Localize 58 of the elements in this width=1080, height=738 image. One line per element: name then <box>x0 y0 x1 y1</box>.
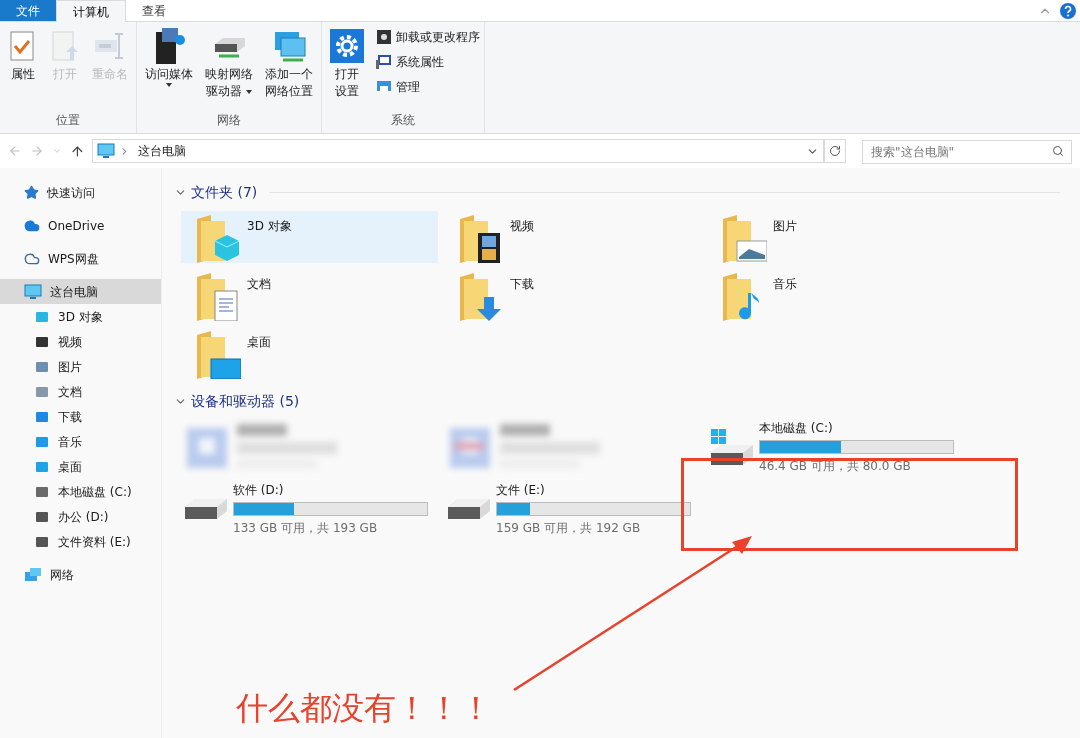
folder-item[interactable]: 3D 对象 <box>181 211 438 263</box>
ribbon-button[interactable]: 映射网络 驱动器 <box>201 26 257 111</box>
sidebar-item[interactable]: 图片 <box>0 354 161 379</box>
sidebar-item[interactable]: 本地磁盘 (C:) <box>0 479 161 504</box>
ribbon-tab[interactable]: 文件 <box>0 0 56 21</box>
sidebar-item[interactable]: WPS网盘 <box>0 246 161 271</box>
folder-item[interactable]: 图片 <box>707 211 964 263</box>
ribbon-button[interactable]: 卸载或更改程序 <box>376 26 480 48</box>
settings-icon <box>330 29 364 63</box>
address-bar[interactable]: 这台电脑 <box>92 139 825 163</box>
group-label: 网络 <box>216 112 242 129</box>
computer-icon <box>376 54 392 70</box>
computer-icon <box>24 283 42 300</box>
folder-item[interactable]: 下载 <box>444 269 701 321</box>
document-icon <box>50 30 80 62</box>
sidebar-item[interactable]: 文件资料 (E:) <box>0 529 161 554</box>
folder-item[interactable]: 音乐 <box>707 269 964 321</box>
sidebar-item[interactable]: 视频 <box>0 329 161 354</box>
refresh-button[interactable] <box>824 139 846 163</box>
sidebar-item[interactable]: 快速访问 <box>0 180 161 205</box>
folder-item[interactable]: 文档 <box>181 269 438 321</box>
ribbon-button[interactable]: 访问媒体 <box>141 26 197 111</box>
group-label: 系统 <box>390 112 416 129</box>
help-icon[interactable] <box>1060 2 1076 19</box>
ribbon-button[interactable]: 打开 设置 <box>326 26 368 111</box>
caret-icon <box>246 89 252 94</box>
group-label: 位置 <box>55 112 81 129</box>
sidebar-item[interactable]: 3D 对象 <box>0 304 161 329</box>
folder-item[interactable]: 视频 <box>444 211 701 263</box>
network-icon <box>24 566 42 583</box>
drive-item[interactable]: 文件 (E:) 159 GB 可用，共 192 GB <box>444 480 701 538</box>
manage-icon <box>376 79 392 95</box>
sidebar-item[interactable]: 桌面 <box>0 454 161 479</box>
sidebar-item[interactable]: 这台电脑 <box>0 279 161 304</box>
caret-icon <box>166 83 172 87</box>
ribbon-button[interactable]: 系统属性 <box>376 51 480 73</box>
sidebar-item[interactable]: 办公 (D:) <box>0 504 161 529</box>
ribbon-tab[interactable]: 计算机 <box>56 0 126 22</box>
search-icon[interactable] <box>1052 144 1064 157</box>
folder-item[interactable]: 桌面 <box>181 327 438 379</box>
program-icon <box>376 29 392 45</box>
section-header[interactable]: 文件夹 (7) <box>191 182 258 203</box>
annotation-text: 什么都没有！！！ <box>236 688 492 729</box>
computer-icon <box>97 143 116 159</box>
search-field[interactable]: 搜索"这台电脑" <box>862 139 1072 164</box>
ribbon-tab[interactable]: 查看 <box>126 0 182 21</box>
sidebar-item[interactable]: OneDrive <box>0 213 161 238</box>
sidebar-item[interactable]: 下载 <box>0 404 161 429</box>
ribbon-button[interactable]: 管理 <box>376 76 480 98</box>
sidebar-item[interactable]: 音乐 <box>0 429 161 454</box>
star-icon <box>24 185 39 200</box>
drive-item[interactable]: 软件 (D:) 133 GB 可用，共 193 GB <box>181 480 438 538</box>
refresh-icon <box>829 145 842 157</box>
ribbon-button[interactable]: 属性 <box>4 26 42 111</box>
sidebar-item[interactable]: 网络 <box>0 562 161 587</box>
sidebar-item[interactable]: 文档 <box>0 379 161 404</box>
ribbon-button[interactable]: 添加一个 网络位置 <box>261 26 317 111</box>
section-header[interactable]: 设备和驱动器 (5) <box>191 391 300 412</box>
